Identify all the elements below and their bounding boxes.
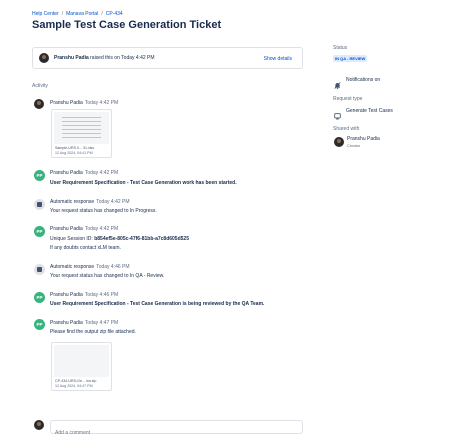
activity-message: User Requirement Specification - Test Ca…	[50, 301, 265, 307]
comment-box	[50, 420, 303, 439]
session-label: Unique Session ID:	[50, 236, 93, 242]
attachment-card[interactable]: CP-434-URS-Ge... ion.zip 12 Aug 2024, 04…	[51, 342, 112, 391]
file-name: Sample-URS.0... 31.xlsx	[55, 146, 95, 150]
activity-message: Your request status has changed to In Pr…	[50, 208, 157, 214]
avatar	[334, 137, 344, 147]
activity-time: Today 4:42 PM	[96, 199, 130, 205]
author-name: Pranshu Padia	[50, 226, 83, 232]
show-details-link[interactable]: Show details	[264, 56, 292, 62]
file-date: 12 Aug 2024, 04:41 PM	[55, 151, 93, 155]
avatar: PP	[34, 292, 45, 303]
author-name: Automatic response	[50, 264, 95, 270]
avatar: PP	[34, 319, 45, 330]
raised-meta: raised this on Today 4:42 PM	[90, 55, 155, 61]
bell-icon[interactable]	[334, 76, 341, 89]
shared-with-label: Shared with	[333, 126, 360, 132]
avatar	[39, 53, 49, 63]
raised-text: Pranshu Padia raised this on Today 4:42 …	[54, 55, 155, 61]
activity-message: Please find the output zip file attached…	[50, 329, 136, 335]
attachment-card[interactable]: Sample-URS.0... 31.xlsx 12 Aug 2024, 04:…	[51, 109, 112, 158]
activity-author: Pranshu Padia Today 4:46 PM	[50, 292, 118, 298]
breadcrumb: Help Center / Manava Portal / CP-434	[32, 11, 123, 17]
status-badge: IN QA - REVIEW	[333, 55, 368, 62]
author-name: Automatic response	[50, 199, 95, 205]
activity-time: Today 4:42 PM	[84, 170, 119, 176]
raised-info-panel: Pranshu Padia raised this on Today 4:42 …	[32, 47, 303, 69]
page-title: Sample Test Case Generation Ticket	[32, 19, 222, 31]
activity-author: Pranshu Padia Today 4:47 PM	[50, 320, 118, 326]
status-label: Status	[333, 45, 348, 51]
shared-role: Creator	[347, 143, 361, 148]
breadcrumb-separator: /	[101, 11, 103, 17]
author-name: Pranshu Padia	[50, 292, 83, 298]
activity-time: Today 4:46 PM	[84, 292, 119, 298]
activity-author: Automatic response Today 4:42 PM	[50, 199, 130, 205]
breadcrumb-help-center[interactable]: Help Center	[32, 11, 59, 17]
breadcrumb-separator: /	[61, 11, 64, 17]
shared-user: Pranshu Padia	[347, 136, 380, 142]
request-type-value: Generate Test Cases	[346, 108, 393, 114]
activity-author: Pranshu Padia Today 4:42 PM	[50, 226, 118, 232]
request-type-label: Request type	[333, 96, 363, 102]
avatar: PP	[34, 226, 45, 237]
file-thumbnail	[54, 345, 109, 377]
file-thumbnail	[54, 112, 109, 144]
author-name: Pranshu Padia	[50, 320, 83, 326]
activity-heading: Activity	[32, 83, 48, 89]
file-date: 12 Aug 2024, 04:47 PM	[55, 384, 93, 388]
file-name: CP-434-URS-Ge... ion.zip	[55, 379, 97, 383]
breadcrumb-portal[interactable]: Manava Portal	[66, 11, 98, 17]
avatar: PP	[34, 170, 45, 181]
notifications-toggle[interactable]: Notifications on	[346, 77, 380, 83]
request-type-icon	[334, 107, 341, 120]
avatar	[34, 99, 44, 109]
activity-author: Pranshu Padia Today 4:42 PM	[50, 170, 118, 176]
activity-time: Today 4:42 PM	[84, 100, 119, 106]
author-name: Pranshu Padia	[50, 170, 83, 176]
activity-time: Today 4:46 PM	[96, 264, 130, 270]
activity-message: User Requirement Specification - Test Ca…	[50, 180, 237, 186]
avatar	[34, 420, 44, 430]
comment-input[interactable]	[55, 427, 295, 439]
breadcrumb-ticket-id[interactable]: CP-434	[106, 11, 123, 17]
raised-user: Pranshu Padia	[54, 55, 89, 61]
activity-message: If any doubts contact xLM team.	[50, 245, 121, 251]
activity-time: Today 4:42 PM	[84, 226, 119, 232]
activity-message: Your request status has changed to In QA…	[50, 273, 165, 279]
activity-author: Pranshu Padia Today 4:42 PM	[50, 100, 118, 106]
activity-author: Automatic response Today 4:46 PM	[50, 264, 130, 270]
bot-icon	[34, 199, 45, 210]
author-name: Pranshu Padia	[50, 100, 83, 106]
activity-time: Today 4:47 PM	[84, 320, 119, 326]
session-id: b854ef5e-805c-47f6-81bb-a7c8d605d525	[94, 236, 189, 242]
bot-icon	[34, 264, 45, 275]
activity-message: Unique Session ID: b854ef5e-805c-47f6-81…	[50, 236, 189, 242]
